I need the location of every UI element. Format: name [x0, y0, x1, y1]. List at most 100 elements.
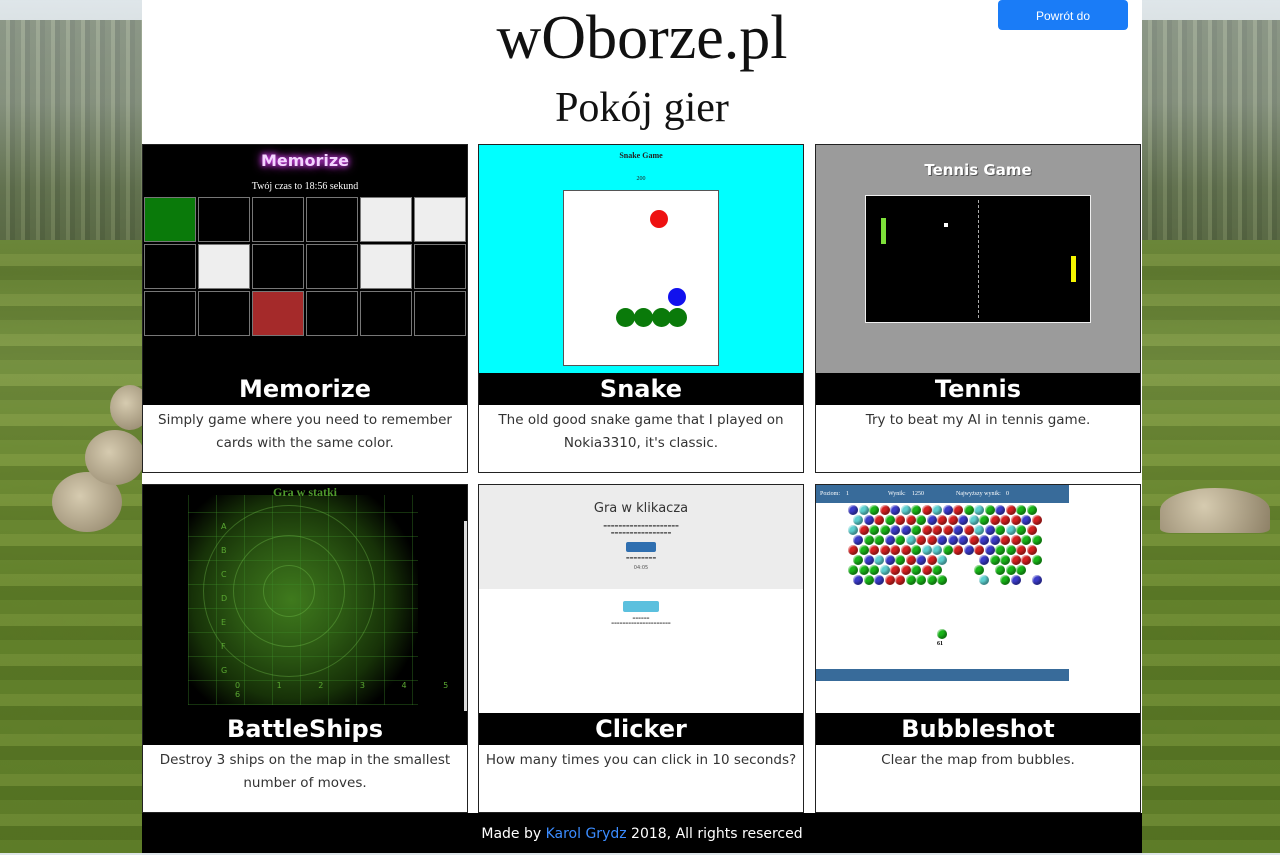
game-title-battleships[interactable]: BattleShips — [143, 713, 467, 745]
bubble — [926, 555, 937, 565]
bubble — [947, 535, 958, 545]
bubble — [874, 555, 884, 565]
bubble — [900, 505, 911, 515]
net-line — [978, 200, 979, 318]
bubble — [953, 525, 963, 535]
bubble — [1005, 545, 1016, 555]
bubble — [890, 525, 900, 535]
game-description-snake: The old good snake game that I played on… — [498, 412, 784, 451]
footer: Made by Karol Grydz 2018, All rights res… — [142, 813, 1142, 853]
memory-card — [252, 197, 304, 242]
game-title-bubbleshot[interactable]: Bubbleshot — [816, 713, 1140, 745]
bubble — [979, 575, 989, 585]
bubble — [1026, 505, 1037, 515]
game-description-battleships: Destroy 3 ships on the map in the smalle… — [159, 752, 451, 791]
scrollbar[interactable] — [464, 521, 467, 711]
bubble — [989, 515, 1000, 525]
background-field-left — [0, 240, 142, 853]
memory-card — [198, 197, 250, 242]
bubble — [890, 565, 900, 575]
memory-card — [414, 244, 466, 289]
game-card-memorize[interactable]: Memorize Twój czas to 18:56 sekund Memor… — [142, 144, 468, 473]
clicker-thumbnail[interactable]: Gra w klikacza ▬▬▬▬▬▬▬▬▬▬▬▬▬▬▬▬▬▬▬▬ ▬▬▬▬… — [479, 485, 803, 713]
game-title-clicker[interactable]: Clicker — [479, 713, 803, 745]
bubble — [1005, 565, 1016, 575]
bubble — [942, 545, 953, 555]
bubble — [848, 545, 858, 555]
bubble — [968, 515, 979, 525]
bubble — [905, 575, 916, 585]
game-card-clicker[interactable]: Gra w klikacza ▬▬▬▬▬▬▬▬▬▬▬▬▬▬▬▬▬▬▬▬ ▬▬▬▬… — [478, 484, 804, 813]
memory-card — [360, 197, 412, 242]
clicker-thumb-title: Gra w klikacza — [593, 501, 689, 516]
game-title-memorize[interactable]: Memorize — [143, 373, 467, 405]
snake-thumbnail[interactable]: Snake Game 200 — [479, 145, 803, 373]
game-card-tennis[interactable]: Tennis Game Tennis Try to beat my AI in … — [815, 144, 1141, 473]
bubble — [942, 505, 953, 515]
bubbleshot-thumbnail[interactable]: Poziom: 1 Wynik: 1250 Najwyższy wynik: 0… — [816, 485, 1140, 713]
author-link[interactable]: Karol Grydz — [546, 826, 627, 842]
snake-thumb-title: Snake Game — [619, 151, 663, 160]
try-again-button[interactable] — [623, 601, 659, 612]
bubble — [895, 535, 905, 545]
bubble — [858, 545, 869, 555]
row-letters: ABCDEFG — [221, 522, 228, 675]
back-to-site-button[interactable]: Powrót do wOborze.pl — [998, 0, 1128, 53]
bubble — [1000, 575, 1010, 585]
battleships-thumbnail[interactable]: Gra w statki ABCDEFG 0 1 2 3 4 5 6 — [143, 485, 467, 713]
bubble — [984, 525, 995, 535]
bubble — [937, 535, 947, 545]
bubble — [879, 505, 890, 515]
memory-card — [144, 291, 196, 336]
bubble — [984, 545, 995, 555]
game-title-snake[interactable]: Snake — [479, 373, 803, 405]
bubble — [1021, 535, 1031, 545]
bubble — [858, 525, 869, 535]
bubble — [890, 545, 900, 555]
bubble — [858, 565, 869, 575]
bubbleshot-status-bar: Poziom: 1 Wynik: 1250 Najwyższy wynik: 0 — [816, 485, 1069, 503]
bubble — [879, 565, 890, 575]
snake-head — [668, 288, 686, 306]
bubble — [921, 525, 932, 535]
bubble — [900, 525, 911, 535]
bubble — [926, 575, 937, 585]
memorize-thumbnail[interactable]: Memorize Twój czas to 18:56 sekund — [143, 145, 467, 373]
game-card-bubbleshot[interactable]: Poziom: 1 Wynik: 1250 Najwyższy wynik: 0… — [815, 484, 1141, 813]
game-card-snake[interactable]: Snake Game 200 Snake The old good snake … — [478, 144, 804, 473]
bubble — [1005, 505, 1016, 515]
bubble — [1010, 575, 1021, 585]
game-card-battleships[interactable]: Gra w statki ABCDEFG 0 1 2 3 4 5 6 Battl… — [142, 484, 468, 813]
bubble — [995, 545, 1005, 555]
memory-card — [198, 291, 250, 336]
bubble — [1010, 535, 1021, 545]
bubble — [1031, 535, 1042, 545]
bubble — [916, 575, 926, 585]
game-description-bubbleshot: Clear the map from bubbles. — [881, 752, 1075, 768]
bubble — [911, 545, 921, 555]
tennis-thumbnail[interactable]: Tennis Game — [816, 145, 1140, 373]
click-me-button[interactable] — [626, 542, 656, 552]
bubble — [1010, 515, 1021, 525]
game-title-tennis[interactable]: Tennis — [816, 373, 1140, 405]
bubble — [884, 555, 895, 565]
bubble — [921, 505, 932, 515]
bubble — [884, 515, 895, 525]
bubble — [1000, 515, 1010, 525]
hay-bale — [85, 430, 145, 485]
bubble — [848, 525, 858, 535]
bubble — [884, 575, 895, 585]
bubble — [1026, 545, 1037, 555]
hay-bale — [1160, 488, 1270, 533]
bubble — [884, 535, 895, 545]
memory-card — [252, 244, 304, 289]
bubble — [958, 515, 968, 525]
bubble — [853, 575, 863, 585]
memory-card — [360, 244, 412, 289]
bubble — [932, 545, 942, 555]
bubbleshot-bottom-bar — [816, 669, 1069, 681]
bubble — [974, 565, 984, 575]
food-dot — [650, 210, 668, 228]
bubble — [879, 545, 890, 555]
bubble — [895, 515, 905, 525]
